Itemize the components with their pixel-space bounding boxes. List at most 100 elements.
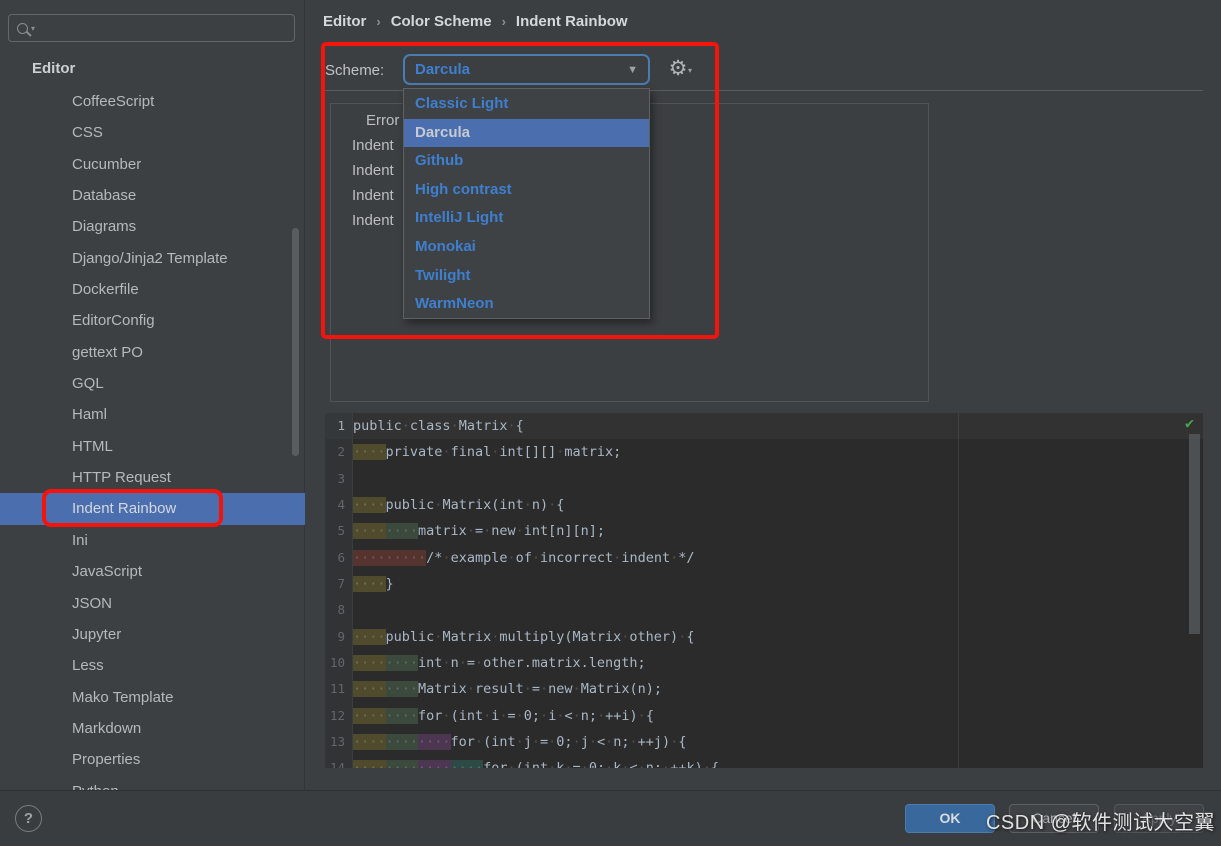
scheme-option-high-contrast[interactable]: High contrast (404, 176, 649, 205)
settings-tree: CoffeeScriptCSSCucumberDatabaseDiagramsD… (0, 86, 305, 790)
whitespace-dot: · (564, 760, 572, 768)
code-text: ····public·Matrix(int·n)·{ (353, 492, 1203, 518)
scheme-gear-button[interactable]: ⚙▾ (663, 56, 693, 84)
whitespace-dot: · (638, 760, 646, 768)
line-number: 1 (325, 413, 353, 439)
sidebar-item-ini[interactable]: Ini (0, 525, 305, 556)
whitespace-dot: · (442, 708, 450, 724)
scheme-option-darcula[interactable]: Darcula (404, 119, 649, 148)
help-button[interactable]: ? (15, 805, 42, 832)
sidebar-item-database[interactable]: Database (0, 180, 305, 211)
indent-block-l2: ···· (386, 523, 419, 539)
whitespace-dot: · (516, 708, 524, 724)
scheme-option-intellij-light[interactable]: IntelliJ Light (404, 204, 649, 233)
sidebar-item-gql[interactable]: GQL (0, 368, 305, 399)
whitespace-dot: · (434, 629, 442, 645)
code-text: ········Matrix·result·=·new·Matrix(n); (353, 676, 1203, 702)
line-number: 2 (325, 439, 353, 465)
whitespace-dot: · (581, 760, 589, 768)
whitespace-dot: · (621, 629, 629, 645)
editor-scrollbar[interactable] (1189, 434, 1200, 634)
sidebar-item-django-jinja2-template[interactable]: Django/Jinja2 Template (0, 243, 305, 274)
breadcrumb-item[interactable]: Indent Rainbow (516, 13, 628, 30)
indent-block-l1: ···· (353, 497, 386, 513)
scheme-option-classic-light[interactable]: Classic Light (404, 90, 649, 119)
code-text (353, 466, 1203, 492)
sidebar-section-editor[interactable]: Editor (32, 60, 75, 77)
sidebar-item-markdown[interactable]: Markdown (0, 713, 305, 744)
code-text: ····} (353, 571, 1203, 597)
code-line: 4····public·Matrix(int·n)·{ (325, 492, 1203, 518)
code-text: ····private·final·int[][]·matrix; (353, 439, 1203, 465)
whitespace-dot: · (475, 655, 483, 671)
whitespace-dot: · (613, 550, 621, 566)
sidebar-scrollbar[interactable] (292, 228, 299, 456)
scheme-option-monokai[interactable]: Monokai (404, 233, 649, 262)
sidebar-item-http-request[interactable]: HTTP Request (0, 462, 305, 493)
whitespace-dot: · (483, 708, 491, 724)
indent-block-l1: ···· (353, 629, 386, 645)
whitespace-dot: · (678, 629, 686, 645)
whitespace-dot: · (524, 497, 532, 513)
indent-block-l2: ···· (386, 655, 419, 671)
line-number: 12 (325, 703, 353, 729)
search-icon (17, 23, 28, 34)
whitespace-dot: · (548, 760, 556, 768)
indent-block-l1: ···· (353, 734, 386, 750)
sidebar-item-coffeescript[interactable]: CoffeeScript (0, 86, 305, 117)
sidebar-item-less[interactable]: Less (0, 650, 305, 681)
sidebar-item-editorconfig[interactable]: EditorConfig (0, 305, 305, 336)
code-line: 6·········/*·example·of·incorrect·indent… (325, 545, 1203, 571)
whitespace-dot: · (402, 418, 410, 434)
breadcrumb-separator: › (376, 14, 380, 29)
sidebar-item-gettext-po[interactable]: gettext PO (0, 337, 305, 368)
whitespace-dot: · (442, 550, 450, 566)
scheme-option-warmneon[interactable]: WarmNeon (404, 290, 649, 319)
sidebar-item-html[interactable]: HTML (0, 431, 305, 462)
scheme-option-twilight[interactable]: Twilight (404, 262, 649, 291)
code-line: 11········Matrix·result·=·new·Matrix(n); (325, 676, 1203, 702)
code-line: 2····private·final·int[][]·matrix; (325, 439, 1203, 465)
whitespace-dot: · (573, 681, 581, 697)
right-margin-guide (958, 413, 959, 768)
whitespace-dot: · (483, 523, 491, 539)
breadcrumb-item[interactable]: Editor (323, 13, 366, 30)
sidebar-item-css[interactable]: CSS (0, 117, 305, 148)
sidebar-item-python[interactable]: Python (0, 776, 305, 790)
sidebar-item-dockerfile[interactable]: Dockerfile (0, 274, 305, 305)
whitespace-dot: · (524, 681, 532, 697)
sidebar-item-cucumber[interactable]: Cucumber (0, 149, 305, 180)
breadcrumb-item[interactable]: Color Scheme (391, 13, 492, 30)
indent-block-l3: ···· (418, 734, 451, 750)
indent-block-l1: ···· (353, 681, 386, 697)
whitespace-dot: · (540, 681, 548, 697)
line-number: 8 (325, 597, 353, 623)
line-number: 10 (325, 650, 353, 676)
line-number: 4 (325, 492, 353, 518)
whitespace-dot: · (475, 734, 483, 750)
whitespace-dot: · (467, 523, 475, 539)
sidebar-item-javascript[interactable]: JavaScript (0, 556, 305, 587)
code-line: 1public·class·Matrix·{ (325, 413, 1203, 439)
search-input[interactable]: ▾ (8, 14, 295, 42)
line-number: 5 (325, 518, 353, 544)
code-text: ········int·n·=·other.matrix.length; (353, 650, 1203, 676)
ok-button[interactable]: OK (905, 804, 995, 833)
scheme-combobox[interactable]: Darcula ▼ (403, 54, 650, 85)
whitespace-dot: · (491, 629, 499, 645)
sidebar-item-indent-rainbow[interactable]: Indent Rainbow (0, 493, 305, 524)
scheme-option-github[interactable]: Github (404, 147, 649, 176)
whitespace-dot: · (670, 734, 678, 750)
sidebar-item-json[interactable]: JSON (0, 588, 305, 619)
code-preview-editor[interactable]: 1public·class·Matrix·{2····private·final… (325, 413, 1203, 768)
code-text: ····public·Matrix·multiply(Matrix·other)… (353, 624, 1203, 650)
sidebar-item-diagrams[interactable]: Diagrams (0, 211, 305, 242)
sidebar-item-mako-template[interactable]: Mako Template (0, 682, 305, 713)
sidebar-item-haml[interactable]: Haml (0, 399, 305, 430)
code-line: 5········matrix·=·new·int[n][n]; (325, 518, 1203, 544)
whitespace-dot: · (540, 708, 548, 724)
sidebar-item-properties[interactable]: Properties (0, 744, 305, 775)
whitespace-dot: · (589, 734, 597, 750)
indent-block-l1: ···· (353, 760, 386, 768)
sidebar-item-jupyter[interactable]: Jupyter (0, 619, 305, 650)
